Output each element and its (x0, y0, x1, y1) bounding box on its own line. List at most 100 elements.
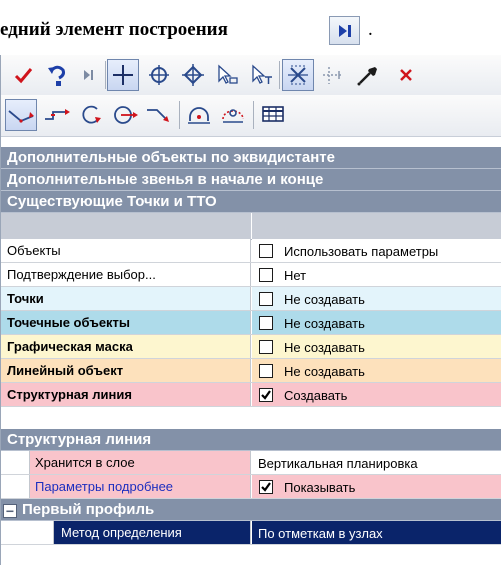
collapse-toggle[interactable]: − (3, 504, 17, 518)
row-label: Структурная линия (1, 383, 251, 406)
undo-button[interactable] (41, 59, 73, 91)
circle-arrow-icon (114, 106, 138, 124)
snap-circle-button[interactable] (143, 59, 175, 91)
row-value-text: По отметкам в узлах (258, 526, 383, 541)
table-grid-icon (262, 106, 284, 122)
line-step-button[interactable] (41, 99, 73, 131)
property-row-details[interactable]: Параметры подробнее Показывать (1, 475, 501, 499)
row-label-text: Параметры подробнее (35, 479, 174, 494)
section-title: Дополнительные объекты по эквидистанте (7, 149, 335, 166)
section-first-profile[interactable]: − Первый профиль (1, 499, 501, 521)
checkmark-icon (261, 482, 271, 492)
row-value[interactable]: Использовать параметры (252, 239, 501, 262)
line-arrow-button[interactable] (5, 99, 37, 131)
checkmark-icon (14, 68, 33, 84)
checkbox[interactable] (259, 388, 273, 402)
construction-toolbar (1, 95, 501, 137)
row-value-text: Нет (284, 268, 307, 283)
checkmark-icon (261, 390, 271, 400)
row-label: Точки (1, 287, 251, 310)
undo-arrow-icon (48, 65, 65, 86)
property-row[interactable]: Структурная линия Создавать (1, 383, 501, 407)
property-row[interactable]: Точки Не создавать (1, 287, 501, 311)
section-existing-points[interactable]: Существующие Точки и ТТО (1, 191, 501, 213)
row-value[interactable]: По отметкам в узлах (252, 521, 501, 544)
target-diamond-icon (182, 64, 204, 86)
row-value-text: Вертикальная планировка (258, 456, 418, 471)
dotted-cross-icon (323, 67, 343, 84)
checkbox[interactable] (259, 292, 273, 306)
checkbox[interactable] (259, 340, 273, 354)
section-title: Первый профиль (22, 501, 155, 518)
row-gutter (1, 451, 30, 474)
row-value[interactable]: Не создавать (252, 311, 501, 334)
row-value[interactable]: Вертикальная планировка (252, 451, 501, 474)
toolbar-separator (105, 61, 106, 89)
row-label: Метод определения (1, 521, 251, 544)
section-title: Существующие Точки и ТТО (7, 193, 217, 210)
dotted-cross-button[interactable] (317, 59, 349, 91)
polyline-arrow-button[interactable] (143, 99, 175, 131)
checkbox[interactable] (259, 480, 273, 494)
target-circle-icon (149, 65, 169, 85)
arc-dotted-button[interactable] (217, 99, 249, 131)
snap-grid-button[interactable] (282, 59, 314, 91)
table-grid-button[interactable] (257, 99, 289, 131)
checkbox[interactable] (259, 268, 273, 282)
toolbar-separator (253, 101, 254, 129)
property-row[interactable]: Точечные объекты Не создавать (1, 311, 501, 335)
property-row[interactable]: Графическая маска Не создавать (1, 335, 501, 359)
row-label: Объекты (1, 239, 251, 262)
cursor-text-icon (252, 64, 272, 84)
row-value[interactable]: Создавать (252, 383, 501, 406)
row-value[interactable]: Не создавать (252, 359, 501, 382)
row-gutter (1, 521, 54, 544)
checkbox[interactable] (259, 316, 273, 330)
row-value[interactable]: Нет (252, 263, 501, 286)
arc-arrow-button[interactable] (75, 99, 107, 131)
heading-trail: . (368, 19, 373, 40)
row-gutter (1, 475, 30, 498)
section-title: Дополнительные звенья в начале и конце (7, 171, 324, 188)
row-value-text: Не создавать (284, 292, 365, 307)
property-row-layer[interactable]: Хранится в слое Вертикальная планировка (1, 451, 501, 475)
cancel-button[interactable] (391, 59, 423, 91)
property-row[interactable]: Подтверждение выбор... Нет (1, 263, 501, 287)
row-value-text: Создавать (284, 388, 348, 403)
go-to-last-button[interactable] (73, 59, 105, 91)
row-label: Точечные объекты (1, 311, 251, 334)
toolbar-separator (279, 61, 280, 89)
checkbox[interactable] (259, 364, 273, 378)
apply-button[interactable] (7, 59, 39, 91)
checkbox[interactable] (259, 244, 273, 258)
text-cursor-button[interactable] (245, 59, 277, 91)
section-title: Структурная линия (7, 431, 152, 448)
property-row[interactable]: Объекты Использовать параметры (1, 239, 501, 263)
property-row-method-selected[interactable]: Метод определения По отметкам в узлах (1, 521, 501, 545)
arc-point-button[interactable] (183, 99, 215, 131)
select-cursor-button[interactable] (211, 59, 243, 91)
go-to-last-icon (84, 70, 93, 80)
crosshair-plus-icon (113, 65, 133, 85)
eyedropper-icon (357, 67, 377, 86)
property-row[interactable]: Линейный объект Не создавать (1, 359, 501, 383)
toolbar-separator (179, 101, 180, 129)
section-structural-line[interactable]: Структурная линия (1, 429, 501, 451)
row-value[interactable]: Показывать (252, 475, 501, 498)
circle-arrow-button[interactable] (109, 99, 141, 131)
row-value-text: Показывать (284, 480, 356, 495)
section-extra-links[interactable]: Дополнительные звенья в начале и конце (1, 169, 501, 191)
snap-grid-icon (288, 65, 308, 85)
arc-arrow-icon (82, 105, 101, 124)
crosshair-button[interactable] (107, 59, 139, 91)
snap-diamond-button[interactable] (177, 59, 209, 91)
section-equidistant-objects[interactable]: Дополнительные объекты по эквидистанте (1, 147, 501, 169)
column-divider (251, 213, 252, 239)
line-step-icon (45, 109, 70, 120)
row-label: Хранится в слое (1, 451, 251, 474)
row-value[interactable]: Не создавать (252, 335, 501, 358)
instruction-heading: едний элемент построения . (0, 8, 501, 48)
row-value[interactable]: Не создавать (252, 287, 501, 310)
eyedropper-button[interactable] (351, 59, 383, 91)
column-header (1, 213, 501, 240)
